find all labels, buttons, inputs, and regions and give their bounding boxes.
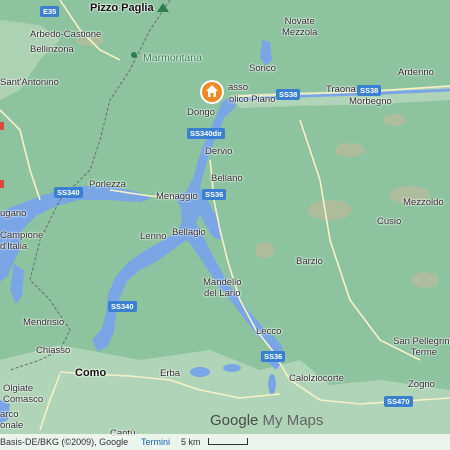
road-ss38-b: SS38	[357, 85, 382, 96]
lake-pusiano	[190, 367, 210, 377]
label-traona: Traona	[326, 84, 356, 95]
label-lugano: ugano	[0, 208, 27, 219]
label-dongo: Dongo	[187, 107, 215, 118]
label-ardenno: Ardenno	[398, 67, 434, 78]
label-mezzoldo: Mezzoldo	[403, 197, 444, 208]
label-dervio: Dervio	[205, 146, 233, 157]
attribution-text: Basis-DE/BKG (©2009), Google	[0, 437, 129, 447]
scale-label: 5 km	[181, 437, 201, 447]
label-san-pellegrino: San Pellegrino Terme	[393, 336, 450, 358]
label-calolziocorte: Calolziocorte	[289, 373, 344, 384]
label-mendrisio: Mendrisio	[23, 317, 65, 328]
logo-google: Google	[210, 412, 259, 429]
label-cusio: Cusio	[377, 216, 402, 227]
label-sorico: Sorico	[249, 63, 276, 74]
label-zogno: Zogno	[408, 379, 435, 390]
road-ss38-a: SS38	[276, 89, 301, 100]
label-olgiate: Olgiate Comasco	[3, 383, 44, 405]
poi-dot-marmontana	[131, 52, 137, 58]
label-lenno: Lenno	[140, 231, 167, 242]
road-ss340-a: SS340	[54, 187, 83, 198]
label-arbedo: Arbedo-Castione	[30, 29, 102, 40]
label-porlezza: Porlezza	[89, 179, 126, 190]
road-ss340dir: SS340dir	[187, 128, 226, 139]
home-marker-icon[interactable]	[199, 79, 225, 105]
road-ss36-b: SS36	[261, 351, 286, 362]
region-marker-1	[0, 122, 4, 130]
label-novate-mezzola: Novate Mezzola	[282, 16, 318, 38]
label-bellano: Bellano	[211, 173, 243, 184]
label-sant-antonino: Sant'Antonino	[0, 77, 59, 88]
label-menaggio: Menaggio	[156, 191, 198, 202]
map-footer: Basis-DE/BKG (©2009), Google Termini 5 k…	[0, 434, 450, 450]
label-campione: Campione d'Italia	[0, 230, 44, 252]
lake-garlate	[268, 374, 276, 394]
label-gravedona: asso	[228, 82, 249, 93]
label-colico-piano: olico Piano	[229, 94, 276, 105]
terms-link[interactable]: Termini	[141, 434, 170, 450]
label-chiasso: Chiasso	[36, 345, 71, 356]
label-como: Como	[75, 367, 107, 379]
label-pizzo-paglia: Pizzo Paglia	[90, 2, 154, 14]
label-marmontana: Marmontana	[143, 52, 202, 64]
lake-annone	[223, 364, 241, 372]
logo-my-maps: My Maps	[258, 412, 324, 429]
label-erba: Erba	[160, 368, 181, 379]
label-mandello: Mandello del Lario	[203, 277, 242, 299]
road-ss36-a: SS36	[202, 189, 227, 200]
label-morbegno: Morbegno	[349, 96, 392, 107]
region-marker-2	[0, 180, 4, 188]
label-barzio: Barzio	[296, 256, 323, 267]
road-ss470: SS470	[384, 396, 413, 407]
label-bellagio: Bellagio	[172, 227, 206, 238]
road-ss340-b: SS340	[108, 301, 137, 312]
road-e35: E35	[40, 6, 60, 17]
label-arco: arco onale	[0, 409, 24, 431]
label-bellinzona: Bellinzona	[30, 44, 74, 55]
google-my-maps-logo: Google My Maps	[210, 412, 323, 430]
label-lecco: Lecco	[256, 326, 282, 337]
scale-bar	[208, 438, 248, 445]
